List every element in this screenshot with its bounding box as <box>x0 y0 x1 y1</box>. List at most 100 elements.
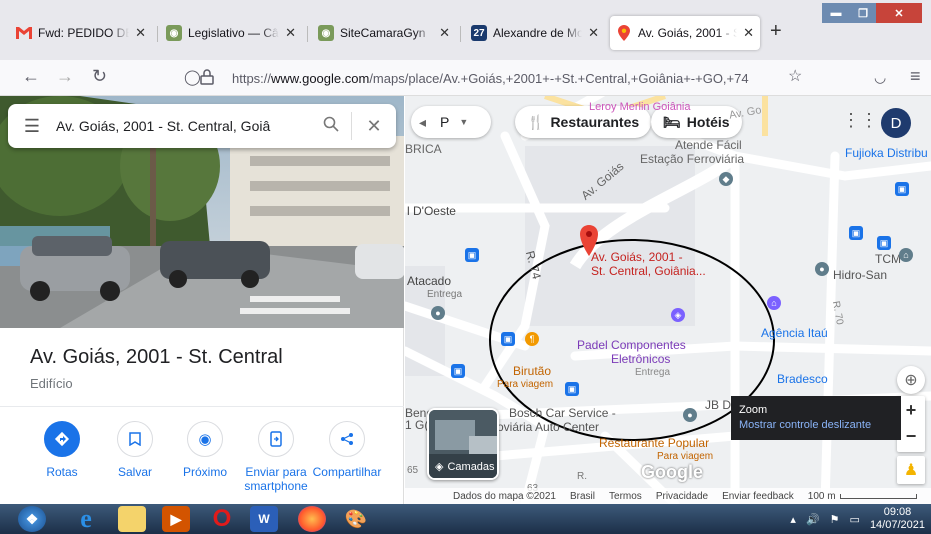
map-label-brica: BRICA <box>405 142 442 156</box>
terms-link[interactable]: Termos <box>609 491 642 502</box>
scale-label: 100 m <box>807 490 836 502</box>
tab-legislativo[interactable]: ◉ Legislativo — Câm ✕ <box>160 18 302 48</box>
internet-explorer-icon[interactable]: e <box>72 504 100 533</box>
bus-stop-icon[interactable]: ▣ <box>465 248 479 262</box>
bookmark-star-icon[interactable]: ☆ <box>788 66 802 86</box>
account-avatar[interactable]: D <box>881 108 911 138</box>
restaurants-label: Restaurantes <box>550 114 640 130</box>
tab-maps-active[interactable]: Av. Goiás, 2001 - S ✕ <box>610 16 760 50</box>
send-to-phone-icon <box>258 421 294 457</box>
gmail-icon <box>16 25 32 41</box>
clear-search-icon[interactable]: ✕ <box>352 116 396 137</box>
back-arrow-icon[interactable]: ← <box>22 66 40 87</box>
volume-icon[interactable]: 🔊 <box>806 513 820 526</box>
close-icon[interactable]: ✕ <box>588 25 599 41</box>
hamburger-menu-icon[interactable]: ☰ <box>8 116 56 137</box>
save-button[interactable]: Salvar <box>95 407 175 479</box>
place-marker-icon[interactable]: ● <box>683 408 697 422</box>
menu-icon[interactable]: ≡ <box>910 66 921 87</box>
tab-gmail[interactable]: Fwd: PEDIDO DE E ✕ <box>10 18 152 48</box>
show-hidden-icons-icon[interactable]: ▴ <box>790 513 796 526</box>
firefox-icon[interactable] <box>298 506 326 532</box>
close-icon[interactable]: ✕ <box>285 25 296 41</box>
map-label-atende: Atende Fácil <box>675 138 742 152</box>
place-type: Edifício <box>30 376 73 391</box>
map-label-rr: R. <box>577 471 587 482</box>
close-icon[interactable]: ✕ <box>135 25 146 41</box>
privacy-link[interactable]: Privacidade <box>656 491 708 502</box>
close-icon[interactable]: ✕ <box>743 25 754 41</box>
bus-stop-icon[interactable]: ▣ <box>877 236 891 250</box>
file-explorer-icon[interactable] <box>118 506 146 532</box>
bus-stop-icon[interactable]: ▣ <box>895 182 909 196</box>
new-tab-button[interactable]: + <box>770 20 782 43</box>
share-icon <box>329 421 365 457</box>
map-canvas[interactable]: ◂ P ▼ 🍴 Restaurantes 🛏 Hotéis ⋮⋮⋮ D Lero… <box>405 96 931 504</box>
search-input[interactable]: Av. Goiás, 2001 - St. Central, Goiâ <box>56 118 311 134</box>
place-title: Av. Goiás, 2001 - St. Central <box>30 346 283 368</box>
tab-alexandre[interactable]: 27 Alexandre de Mor ✕ <box>465 18 605 48</box>
hotel-icon: 🛏 <box>663 113 681 130</box>
show-slider-link[interactable]: Mostrar controle deslizante <box>739 418 893 433</box>
navigation-bar: ← → ↻ ◯ https://www.google.com/maps/plac… <box>0 60 931 96</box>
directions-button[interactable]: Rotas <box>22 407 102 479</box>
calendar-icon: 27 <box>471 25 487 41</box>
bus-stop-icon[interactable]: ▣ <box>501 332 515 346</box>
restaurant-icon: 🍴 <box>527 113 545 130</box>
government-icon[interactable]: ⌂ <box>899 248 913 262</box>
search-icon[interactable] <box>311 116 351 137</box>
my-location-icon: ⊕ <box>904 372 918 389</box>
country-link[interactable]: Brasil <box>570 491 595 502</box>
zoom-in-button[interactable]: + <box>906 396 917 424</box>
place-marker-icon[interactable]: ● <box>431 306 445 320</box>
send-to-phone-button[interactable]: Enviar para smartphone <box>236 407 316 493</box>
clock[interactable]: 09:08 14/07/2021 <box>870 506 925 532</box>
maximize-button[interactable]: ❐ <box>850 3 876 23</box>
window-controls: ▬ ❐ ✕ <box>822 3 922 23</box>
close-window-button[interactable]: ✕ <box>876 3 922 23</box>
layers-button[interactable]: ◈ Camadas <box>427 408 499 480</box>
transport-chip[interactable]: ◂ P ▼ <box>411 106 491 138</box>
bus-stop-icon[interactable]: ▣ <box>565 382 579 396</box>
url-host: www.google.com <box>271 70 370 86</box>
bus-stop-icon[interactable]: ▣ <box>451 364 465 378</box>
zoom-out-button[interactable]: − <box>906 424 917 452</box>
reload-icon[interactable]: ↻ <box>92 66 107 87</box>
shop-icon[interactable]: ◈ <box>671 308 685 322</box>
word-icon[interactable]: W <box>250 506 278 532</box>
place-marker-icon[interactable]: ● <box>815 262 829 276</box>
flag-icon[interactable]: ⚑ <box>830 513 840 526</box>
map-label-atacado: Atacado <box>407 274 452 288</box>
opera-icon[interactable]: O <box>208 505 236 532</box>
paint-icon[interactable]: 🎨 <box>342 506 370 532</box>
restaurant-pin-icon[interactable]: ¶ <box>525 332 539 346</box>
url-bar[interactable]: https://www.google.com/maps/place/Av.+Go… <box>172 64 804 92</box>
network-icon[interactable]: ▭ <box>850 513 860 526</box>
map-label-num65: 65 <box>407 465 419 476</box>
bank-icon[interactable]: ⌂ <box>767 296 781 310</box>
hotels-label: Hotéis <box>686 114 730 130</box>
bus-stop-icon[interactable]: ▣ <box>849 226 863 240</box>
zoom-control: + − <box>897 396 925 452</box>
close-icon[interactable]: ✕ <box>439 25 450 41</box>
map-data-credit: Dados do mapa ©2021 <box>453 490 556 502</box>
tab-sitecamaragyn[interactable]: ◉ SiteCamaraGyn ✕ <box>312 18 456 48</box>
start-button[interactable]: ❖ <box>18 506 46 532</box>
tooltip-title: Zoom <box>739 404 768 416</box>
forward-arrow-icon[interactable]: → <box>56 66 74 87</box>
my-location-button[interactable]: ⊕ <box>897 366 925 394</box>
street-view-pegman[interactable]: ♟ <box>897 456 925 484</box>
nearby-button[interactable]: ◉ Próximo <box>165 407 245 479</box>
action-label: Próximo <box>182 465 227 479</box>
browser-window: Fwd: PEDIDO DE E ✕ ◉ Legislativo — Câm ✕… <box>0 0 931 534</box>
map-label-leroy: Leroy Merlin Goiânia <box>589 101 691 113</box>
train-station-icon[interactable]: ◆ <box>719 172 733 186</box>
tab-title: Av. Goiás, 2001 - S <box>638 26 738 40</box>
share-button[interactable]: Compartilhar <box>307 407 387 479</box>
minimize-button[interactable]: ▬ <box>822 3 850 23</box>
clock-time: 09:08 <box>883 506 912 518</box>
feedback-link[interactable]: Enviar feedback <box>722 491 794 502</box>
maps-content: ☰ Av. Goiás, 2001 - St. Central, Goiâ ✕ … <box>0 96 931 504</box>
pocket-icon[interactable]: ◡ <box>874 69 886 86</box>
media-player-icon[interactable]: ▶ <box>162 506 190 532</box>
